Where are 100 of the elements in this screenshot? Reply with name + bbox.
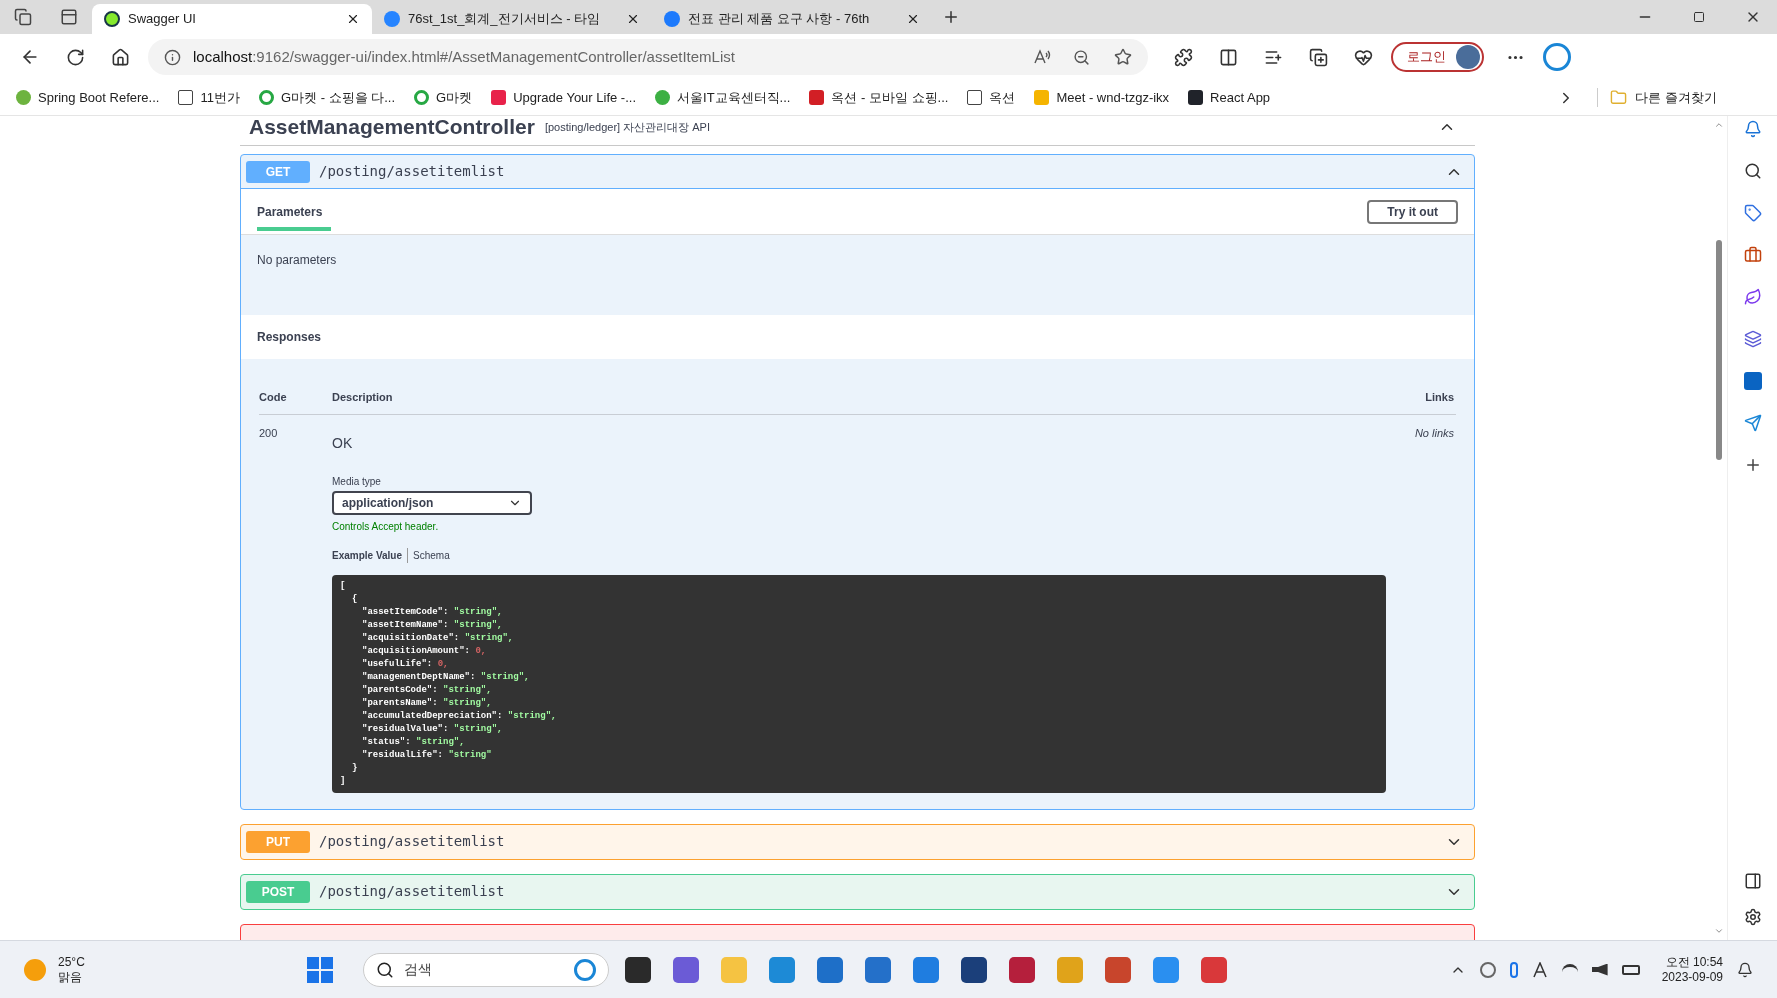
endpoint-path[interactable]: /posting/assetitemlist <box>319 831 1445 852</box>
browser-tab[interactable]: 76st_1st_회계_전기서비스 - 타임 <box>372 4 652 34</box>
method-badge: PUT <box>246 830 310 853</box>
bookmark[interactable]: G마켓 - 쇼핑을 다... <box>258 87 396 108</box>
send-icon[interactable] <box>1743 414 1762 432</box>
response-code: 200 <box>259 425 279 441</box>
tag-icon[interactable] <box>1743 204 1762 222</box>
reload-icon[interactable] <box>66 47 85 67</box>
bookmark[interactable]: 옥션 <box>967 87 1016 108</box>
method-badge: POST <box>246 880 310 903</box>
tray-status-icon[interactable] <box>1479 961 1496 978</box>
maximize-icon[interactable] <box>1693 11 1705 23</box>
temperature-text: 25°C <box>58 954 85 970</box>
bookmark[interactable]: G마켓 <box>414 87 473 108</box>
endpoint-path[interactable]: /posting/assetitemlist <box>319 161 1445 182</box>
volume-icon[interactable] <box>1591 963 1608 976</box>
bookmark[interactable]: React App <box>1188 87 1271 108</box>
game-icon[interactable] <box>1743 288 1762 306</box>
column-header: Links <box>1425 390 1454 405</box>
media-type-note: Controls Accept header. <box>332 519 439 534</box>
browser-tab[interactable]: Swagger UI <box>92 4 372 34</box>
url-text: localhost:9162/swagger-ui/index.html#/AssetManagementController/assetItemList <box>193 46 736 67</box>
code-line: ] <box>340 775 346 786</box>
collections-icon[interactable] <box>1309 47 1328 67</box>
scrollbar-thumb[interactable] <box>1716 240 1722 460</box>
code-line: "acquisitionDate": "string", <box>362 632 514 643</box>
bookmark-favicon-icon <box>809 90 825 105</box>
favorite-star-icon[interactable] <box>1114 48 1132 66</box>
new-tab-icon[interactable] <box>942 8 960 26</box>
tab-actions-icon[interactable] <box>14 8 32 26</box>
start-icon[interactable] <box>307 956 334 983</box>
code-line: { <box>352 593 358 604</box>
endpoint-path[interactable]: /posting/assetitemlist <box>319 881 1445 902</box>
settings-icon[interactable] <box>1743 908 1762 926</box>
responses-heading: Responses <box>257 329 322 346</box>
code-line: "status": "string", <box>362 736 465 747</box>
bookmark[interactable]: 11번가 <box>178 87 240 108</box>
bookmark[interactable]: 옥션 - 모바일 쇼핑... <box>809 87 949 108</box>
bookmark[interactable]: Meet - wnd-tzgz-ikx <box>1034 87 1170 108</box>
address-bar[interactable]: localhost:9162/swagger-ui/index.html#/AssetManagementController/assetItemList <box>148 39 1148 75</box>
example-tab[interactable]: Schema <box>407 547 450 563</box>
copilot-icon[interactable] <box>1543 43 1571 71</box>
tab-favicon-icon <box>664 11 680 27</box>
try-it-out-button[interactable]: Try it out <box>1367 199 1458 224</box>
search-icon[interactable] <box>1743 162 1762 180</box>
home-icon[interactable] <box>111 47 130 67</box>
taskbar-search-field[interactable]: 검색 <box>363 952 610 987</box>
bookmark-favicon-icon <box>16 90 31 105</box>
bookmark-favicon-icon <box>1188 90 1204 105</box>
battery-icon[interactable] <box>1621 964 1640 975</box>
bookmark-favicon-icon <box>258 90 274 105</box>
code-line: "managementDeptName": "string", <box>362 671 530 682</box>
media-type-select[interactable]: application/json <box>332 490 532 515</box>
extensions-icon[interactable] <box>1174 47 1193 67</box>
office-icon[interactable] <box>1743 330 1762 348</box>
briefcase-icon[interactable] <box>1743 246 1762 264</box>
code-line: "usefulLife": 0, <box>362 658 449 669</box>
other-favorites-folder[interactable]: 다른 즐겨찾기 <box>1597 87 1717 108</box>
code-line: "acquisitionAmount": 0, <box>362 645 487 656</box>
bookmark[interactable]: Upgrade Your Life -... <box>491 87 636 108</box>
method-badge: GET <box>246 160 310 183</box>
vertical-tabs-icon[interactable] <box>60 8 78 26</box>
site-info-icon[interactable] <box>164 48 181 66</box>
clock-time: 오전 10:54 <box>1665 954 1723 970</box>
close-tab-icon[interactable] <box>346 12 360 26</box>
input-method-icon[interactable] <box>1531 961 1548 978</box>
controller-title[interactable]: AssetManagementController <box>249 116 535 143</box>
code-line: "parentsCode": "string", <box>362 684 492 695</box>
bookmark-favicon-icon <box>1034 90 1050 105</box>
code-line: "accumulatedDepreciation": "string", <box>362 710 557 721</box>
bell-icon[interactable] <box>1743 120 1762 138</box>
avatar-icon <box>1456 45 1480 69</box>
code-line: [ <box>340 580 346 591</box>
tab-title: 전표 관리 제품 요구 사항 - 76th <box>688 10 871 29</box>
bookmark-favicon-icon <box>414 90 430 105</box>
search-icon <box>376 960 395 979</box>
close-tab-icon[interactable] <box>906 12 920 26</box>
login-button[interactable]: 로그인 <box>1391 42 1484 72</box>
bookmark[interactable]: 서울IT교육센터직... <box>655 87 791 108</box>
browser-tab[interactable]: 전표 관리 제품 요구 사항 - 76th <box>652 4 932 34</box>
read-aloud-icon[interactable] <box>1033 48 1051 66</box>
app-icon[interactable] <box>1009 956 1036 983</box>
example-tab[interactable]: Example Value <box>332 547 403 563</box>
bing-icon <box>574 958 597 981</box>
code-line: "assetItemName": "string", <box>362 619 503 630</box>
no-parameters-text: No parameters <box>257 253 337 267</box>
app-icon[interactable] <box>913 956 940 983</box>
notification-icon[interactable] <box>1737 961 1753 978</box>
bookmark-favicon-icon <box>491 90 507 105</box>
bookmark-favicon-icon <box>178 90 194 105</box>
bookmark[interactable]: Spring Boot Refere... <box>16 87 160 108</box>
browser-essentials-icon[interactable] <box>1354 47 1373 67</box>
split-screen-icon[interactable] <box>1219 47 1238 67</box>
sidebar-icon[interactable] <box>1743 872 1762 890</box>
zoom-icon[interactable] <box>1073 48 1090 66</box>
code-line: "residualLife": "string" <box>362 749 492 760</box>
close-tab-icon[interactable] <box>626 12 640 26</box>
parameters-tab[interactable]: Parameters <box>257 192 331 231</box>
tab-favicon-icon <box>104 11 120 27</box>
media-type-label: Media type <box>332 474 381 489</box>
